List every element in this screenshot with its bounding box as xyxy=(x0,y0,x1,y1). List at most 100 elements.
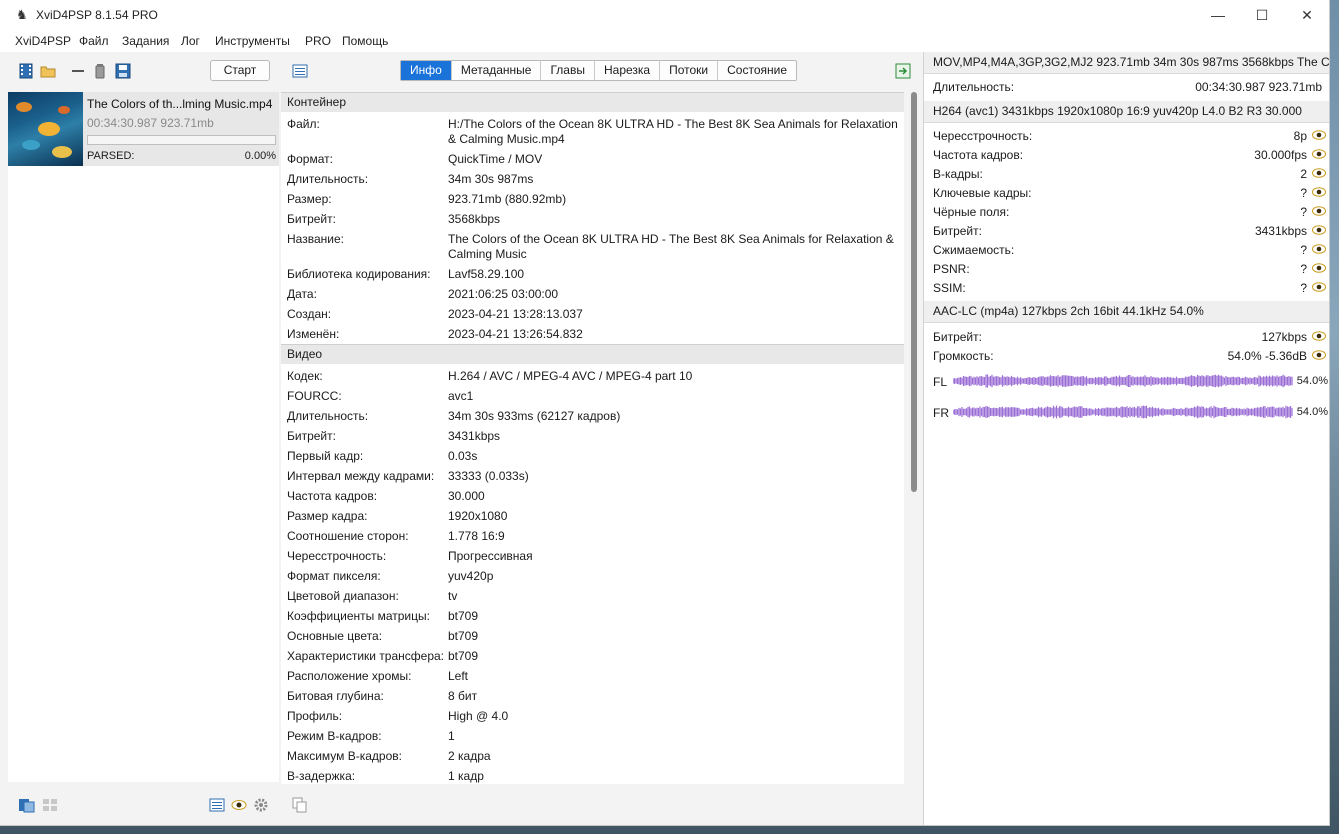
summary-panel: MOV,MP4,M4A,3GP,3G2,MJ2 923.71mb 34m 30s… xyxy=(923,52,1329,825)
info-value: bt709 xyxy=(448,609,479,623)
summary-key: Сжимаемость: xyxy=(933,243,1015,257)
status-percent: 0.00% xyxy=(244,150,276,162)
eye-icon[interactable] xyxy=(1312,225,1326,235)
info-value: 3431kbps xyxy=(448,429,501,443)
menu-pro[interactable]: PRO xyxy=(305,34,331,48)
grid-icon[interactable] xyxy=(42,797,58,813)
eye-icon[interactable] xyxy=(1312,168,1326,178)
gear-icon[interactable] xyxy=(253,797,269,813)
summary-key: Длительность: xyxy=(933,80,1015,94)
summary-row: Сжимаемость:? xyxy=(933,243,1326,262)
tab-metadata[interactable]: Метаданные xyxy=(452,61,542,80)
summary-value: 2 xyxy=(1300,167,1307,181)
summary-value: 00:34:30.987 923.71mb xyxy=(1195,80,1322,94)
info-view-icon[interactable] xyxy=(209,797,225,813)
info-value: 33333 (0.033s) xyxy=(448,469,529,483)
eye-icon[interactable] xyxy=(1312,331,1326,341)
info-key: FOURCC: xyxy=(287,389,342,403)
info-value: 923.71mb (880.92mb) xyxy=(448,192,567,206)
menu-tasks[interactable]: Задания xyxy=(122,34,169,48)
summary-row: PSNR:? xyxy=(933,262,1326,281)
summary-row: SSIM:? xyxy=(933,281,1326,300)
eye-icon[interactable] xyxy=(231,797,247,813)
menu-tools[interactable]: Инструменты xyxy=(215,34,290,48)
video-summary-line: H264 (avc1) 3431kbps 1920x1080p 16:9 yuv… xyxy=(924,101,1329,123)
info-tabs: Инфо Метаданные Главы Нарезка Потоки Сос… xyxy=(400,60,798,81)
close-button[interactable]: ✕ xyxy=(1284,0,1329,30)
info-key: Изменён: xyxy=(287,327,340,341)
info-key: Битрейт: xyxy=(287,429,336,443)
info-key: Профиль: xyxy=(287,709,343,723)
menu-file[interactable]: Файл xyxy=(79,34,109,48)
eye-icon[interactable] xyxy=(1312,130,1326,140)
summary-value: ? xyxy=(1300,243,1307,257)
file-meta: 00:34:30.987 923.71mb xyxy=(87,116,214,130)
summary-value: ? xyxy=(1300,281,1307,295)
app-logo-icon: ♞ xyxy=(16,7,28,22)
file-list[interactable]: The Colors of th...lming Music.mp4 00:34… xyxy=(8,92,279,782)
menu-help[interactable]: Помощь xyxy=(342,34,388,48)
info-value: 2021:06:25 03:00:00 xyxy=(448,287,559,301)
eye-icon[interactable] xyxy=(1312,187,1326,197)
info-value: 1 кадр xyxy=(448,769,484,783)
eye-icon[interactable] xyxy=(1312,244,1326,254)
info-key: Частота кадров: xyxy=(287,489,378,503)
eye-icon[interactable] xyxy=(1312,149,1326,159)
audio-waveform xyxy=(953,405,1293,419)
minimize-button[interactable]: — xyxy=(1195,0,1241,30)
tab-chapters[interactable]: Главы xyxy=(541,61,595,80)
video-thumbnail xyxy=(8,92,83,166)
menu-log[interactable]: Лог xyxy=(181,34,200,48)
maximize-button[interactable]: ☐ xyxy=(1239,0,1285,30)
summary-row: Битрейт: 127kbps xyxy=(933,330,1326,349)
info-key: Соотношение сторон: xyxy=(287,529,409,543)
summary-row: Длительность: 00:34:30.987 923.71mb xyxy=(933,80,1322,99)
info-scrollbar[interactable] xyxy=(911,92,917,492)
film-icon[interactable] xyxy=(18,63,34,79)
summary-key: Битрейт: xyxy=(933,330,982,344)
info-panel[interactable]: Контейнер Файл: H:/The Colors of the Ocea… xyxy=(281,92,904,784)
remove-icon[interactable] xyxy=(70,63,86,79)
summary-value: 3431kbps xyxy=(1254,224,1307,238)
eye-icon[interactable] xyxy=(1312,263,1326,273)
tab-info[interactable]: Инфо xyxy=(401,61,452,80)
eye-icon[interactable] xyxy=(1312,282,1326,292)
info-value: 8 бит xyxy=(448,689,478,703)
info-value: 3568kbps xyxy=(448,212,501,226)
summary-value: ? xyxy=(1300,186,1307,200)
summary-row: Чересстрочность: 8p xyxy=(933,129,1326,148)
channel-name: FL xyxy=(933,375,948,389)
summary-key: B-кадры: xyxy=(933,167,983,181)
summary-row: Частота кадров: 30.000fps xyxy=(933,148,1326,167)
menu-xvid4psp[interactable]: XviD4PSP xyxy=(15,34,71,48)
eye-icon[interactable] xyxy=(1312,206,1326,216)
parse-progress-bar xyxy=(87,135,276,145)
copy-icon[interactable] xyxy=(292,797,308,813)
list-item[interactable]: The Colors of th...lming Music.mp4 00:34… xyxy=(8,92,279,166)
info-value: Lavf58.29.100 xyxy=(448,267,525,281)
info-key: Коэффициенты матрицы: xyxy=(287,609,430,623)
info-key: Формат пикселя: xyxy=(287,569,381,583)
info-value: 30.000 xyxy=(448,489,485,503)
info-value: avc1 xyxy=(448,389,474,403)
tab-streams[interactable]: Потоки xyxy=(660,61,719,80)
info-key: Режим B-кадров: xyxy=(287,729,382,743)
audio-channel-row: FR 54.0% xyxy=(933,404,1328,422)
trash-icon[interactable] xyxy=(92,63,108,79)
summary-value: 54.0% -5.36dB xyxy=(1227,349,1307,363)
summary-value: ? xyxy=(1300,205,1307,219)
info-key: Формат: xyxy=(287,152,333,166)
summary-value: 30.000fps xyxy=(1254,148,1307,162)
save-icon[interactable] xyxy=(115,63,131,79)
open-folder-icon[interactable] xyxy=(40,63,56,79)
info-key: Битовая глубина: xyxy=(287,689,384,703)
list-view-icon[interactable] xyxy=(292,63,308,79)
tab-state[interactable]: Состояние xyxy=(718,61,796,80)
tab-cutting[interactable]: Нарезка xyxy=(595,61,661,80)
summary-row: Ключевые кадры:? xyxy=(933,186,1326,205)
eye-icon[interactable] xyxy=(1312,350,1326,360)
batch-icon[interactable] xyxy=(18,797,35,813)
start-button[interactable]: Старт xyxy=(210,60,270,81)
export-icon[interactable] xyxy=(895,63,911,79)
info-value: 34m 30s 987ms xyxy=(448,172,534,186)
